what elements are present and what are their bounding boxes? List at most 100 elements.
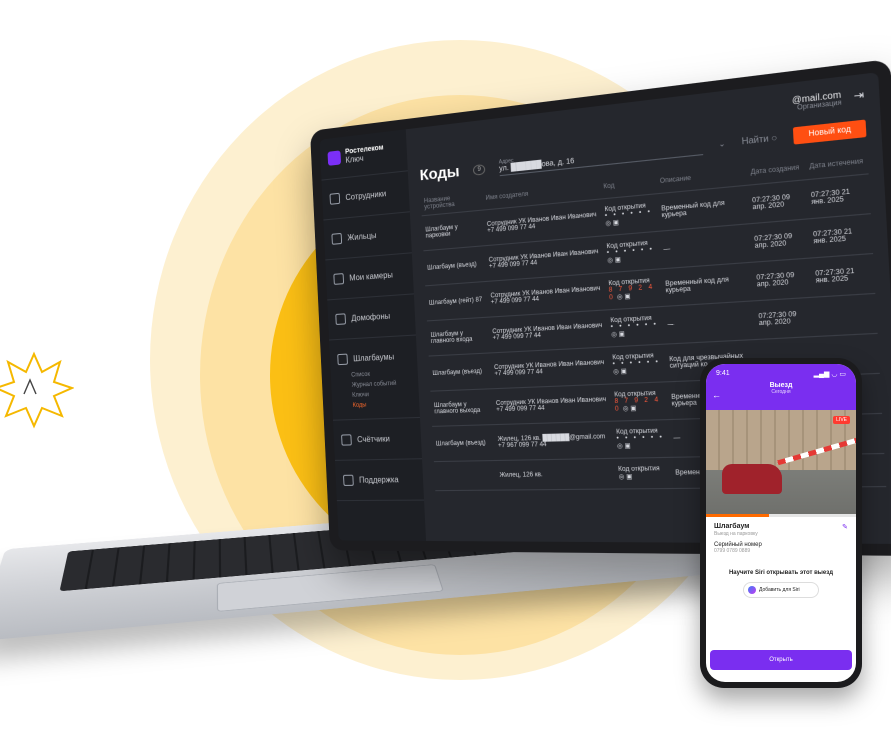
device-subtitle: Выезд на парковку: [714, 531, 758, 537]
search-button[interactable]: Найти ○: [741, 133, 777, 147]
add-to-siri-label: Добавить для Siri: [759, 587, 800, 593]
sidebar-item-label: Мои камеры: [349, 270, 394, 283]
brand-sub: Ключ: [345, 153, 364, 165]
phone-screen: 9:41 ▂▄▆ ◡ ▭ ← Выезд Сегодня LIVE Шлагба…: [706, 364, 856, 682]
chevron-down-icon[interactable]: ⌄: [718, 139, 725, 149]
code-label: Код открытия: [618, 465, 660, 474]
camera-view[interactable]: LIVE: [706, 410, 856, 514]
person-icon: [329, 192, 341, 205]
cell-expires: 07:27:30 21 янв. 2025: [806, 173, 871, 219]
cell-code: Код открытия • • • • • • ◎ ▣: [600, 193, 660, 236]
show-copy-icon[interactable]: ◎ ▣: [605, 220, 619, 228]
signal-icon: ▂▄▆ ◡ ▭: [813, 371, 846, 378]
logout-icon[interactable]: ⇥: [853, 89, 864, 103]
sidebar-item-label: Домофоны: [351, 311, 391, 324]
sidebar-item-meters[interactable]: Счётчики: [333, 417, 423, 461]
user-account[interactable]: @mail.com Организация: [792, 89, 842, 112]
cell-creator: Сотрудник УК Иванов Иван Иванович +7 499…: [492, 384, 613, 425]
meter-icon: [341, 434, 352, 446]
car-image: [722, 464, 782, 494]
brand-text: Ростелеком Ключ: [345, 144, 384, 165]
cell-device: [433, 460, 498, 491]
cell-description: Временный код для курьера: [661, 262, 755, 307]
show-copy-icon[interactable]: ◎ ▣: [621, 406, 637, 413]
cell-created: 07:27:30 09 апр. 2020: [754, 297, 816, 340]
status-time: 9:41: [716, 370, 730, 377]
cell-expires: 07:27:30 21 янв. 2025: [808, 213, 874, 259]
cell-created: 07:27:30 09 апр. 2020: [747, 179, 809, 224]
cell-device: Шлагбаум у главного входа: [426, 317, 491, 357]
code-value: • • • • • •: [610, 321, 659, 331]
show-copy-icon[interactable]: ◎ ▣: [611, 331, 625, 338]
sidebar-item-label: Жильцы: [347, 230, 377, 243]
code-value: • • • • • •: [612, 359, 661, 369]
sidebar-item-residents[interactable]: Жильцы: [323, 212, 412, 261]
phone-title-text: Выезд: [769, 382, 793, 389]
device-name: Шлагбаум: [714, 523, 750, 530]
camera-icon: [333, 273, 345, 285]
sidebar-item-label: Поддержка: [358, 475, 399, 485]
siri-prompt: Научите Siri открывать этот выезд: [728, 570, 834, 576]
cell-code: Код открытия • • • • • • ◎ ▣: [602, 231, 662, 273]
serial-number: 0799 0789 0889: [714, 548, 751, 554]
cell-code: Код открытия ◎ ▣: [614, 457, 673, 490]
cell-device: Шлагбаум (въезд): [423, 245, 487, 286]
edit-pencil-icon[interactable]: ✎: [842, 523, 848, 531]
cell-code: Код открытия • • • • • • ◎ ▣: [612, 419, 672, 459]
cell-created: 07:27:30 09 апр. 2020: [751, 258, 813, 301]
sidebar-item-intercoms[interactable]: Домофоны: [327, 294, 416, 341]
cell-expires: 07:27:30 21 янв. 2025: [810, 253, 876, 298]
phone-subtitle: Сегодня: [771, 389, 791, 395]
intercom-icon: [335, 313, 347, 326]
sidebar-item-barriers[interactable]: Шлагбаумы: [329, 336, 417, 372]
cell-description: —: [659, 223, 752, 269]
cell-device: Шлагбаум у главного выхода: [430, 388, 494, 427]
cell-code: Код открытия • • • • • • ◎ ▣: [606, 306, 666, 347]
device-title-row: Шлагбаум ✎: [714, 523, 848, 531]
new-code-button[interactable]: Новый код: [793, 119, 867, 145]
phone-header: 9:41 ▂▄▆ ◡ ▭ ← Выезд Сегодня: [706, 364, 856, 410]
cell-creator: Сотрудник УК Иванов Иван Иванович +7 499…: [488, 309, 609, 353]
residents-icon: [331, 232, 343, 245]
cell-device: Шлагбаум (въезд): [432, 424, 496, 462]
search-label: Найти: [741, 133, 769, 147]
search-icon: ○: [770, 132, 778, 144]
show-copy-icon[interactable]: ◎ ▣: [617, 443, 631, 450]
show-copy-icon[interactable]: ◎ ▣: [618, 474, 632, 481]
sidebar-item-cameras[interactable]: Мои камеры: [325, 253, 414, 301]
count-badge: 9: [473, 163, 486, 176]
add-to-siri-button[interactable]: Добавить для Siri: [743, 582, 819, 598]
barrier-icon: [337, 353, 348, 366]
siri-icon: [748, 586, 756, 594]
cell-code: Код открытия • • • • • • ◎ ▣: [608, 344, 668, 385]
cell-device: Шлагбаум у парковки: [421, 210, 485, 251]
open-button[interactable]: Открыть: [710, 650, 852, 670]
cell-expires: [812, 293, 878, 337]
cell-creator: Жилец, 126 кв. ██████@gmail.com +7 967 0…: [493, 421, 615, 461]
support-icon: [343, 474, 354, 486]
sidebar-item-label: Сотрудники: [345, 188, 387, 203]
page-title: Коды: [419, 162, 460, 185]
phone: 9:41 ▂▄▆ ◡ ▭ ← Выезд Сегодня LIVE Шлагба…: [700, 358, 862, 688]
phone-title: Выезд Сегодня: [706, 382, 856, 395]
cell-device: Шлагбаум (гейт) 87: [425, 281, 489, 321]
cell-device: Шлагбаум (въезд): [428, 352, 493, 392]
cell-created: 07:27:30 09 апр. 2020: [749, 218, 811, 263]
show-copy-icon[interactable]: ◎ ▣: [613, 369, 627, 376]
show-copy-icon[interactable]: ◎ ▣: [607, 257, 621, 265]
code-value: • • • • • •: [616, 434, 665, 443]
cell-code: Код открытия 8 7 9 2 4 0 ◎ ▣: [610, 381, 670, 422]
rostelecom-logo-icon: [327, 150, 342, 166]
sidebar-item-label: Счётчики: [356, 434, 391, 445]
sidebar-item-label: Шлагбаумы: [353, 352, 395, 364]
show-copy-icon[interactable]: ◎ ▣: [615, 294, 631, 302]
cell-code: Код открытия 8 7 9 2 4 0 ◎ ▣: [604, 268, 664, 310]
sidebar-item-support[interactable]: Поддержка: [334, 459, 425, 502]
status-bar: 9:41 ▂▄▆ ◡ ▭: [706, 364, 856, 378]
cell-creator: Сотрудник УК Иванов Иван Иванович +7 499…: [490, 346, 611, 389]
live-badge: LIVE: [833, 416, 850, 424]
cell-description: —: [663, 300, 757, 345]
device-info: Шлагбаум ✎ Выезд на парковку Серийный но…: [706, 517, 856, 604]
cell-creator: Жилец, 126 кв.: [495, 458, 616, 491]
starburst-icon: [0, 351, 74, 429]
